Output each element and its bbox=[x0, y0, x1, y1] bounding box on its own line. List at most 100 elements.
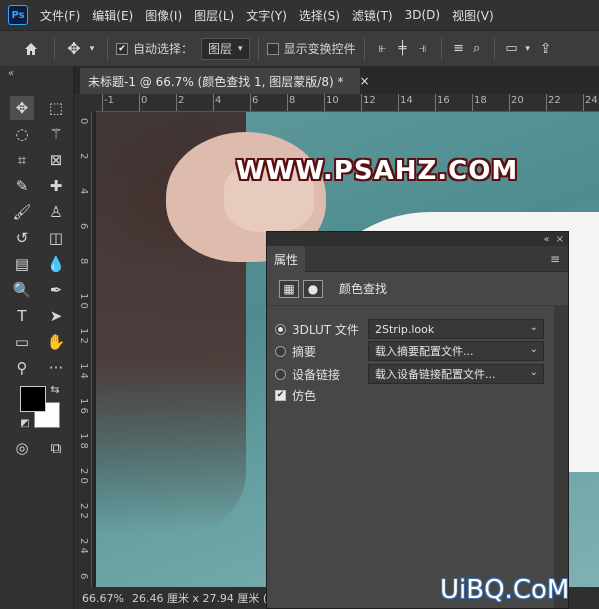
pen-tool-icon[interactable]: ✒ bbox=[44, 278, 68, 302]
lut-file-radio[interactable] bbox=[275, 323, 286, 335]
divider bbox=[363, 37, 365, 60]
dither-checkbox[interactable]: ✔ bbox=[275, 389, 286, 401]
divider bbox=[440, 37, 442, 60]
path-selection-tool-icon[interactable]: ➤ bbox=[44, 304, 68, 328]
ruler-tick bbox=[546, 94, 547, 111]
ruler-label: 2 bbox=[78, 153, 89, 160]
layer-mask-icon[interactable]: ● bbox=[303, 279, 323, 298]
divider bbox=[54, 37, 55, 60]
ruler-label: 24 bbox=[585, 95, 598, 106]
dodge-tool-icon[interactable]: 🔍 bbox=[10, 278, 34, 302]
align-right-icon[interactable]: ⫣ bbox=[413, 41, 433, 56]
ruler-label: 1 8 bbox=[78, 433, 89, 449]
auto-select-checkbox[interactable]: ✔ bbox=[116, 42, 128, 55]
ruler-label: 8 bbox=[78, 258, 89, 265]
home-icon[interactable] bbox=[16, 41, 46, 57]
zoom-tool-icon[interactable]: ⚲ bbox=[10, 356, 34, 380]
ruler-tick bbox=[509, 94, 510, 111]
ruler-label: 12 bbox=[363, 95, 376, 106]
move-tool-icon[interactable]: ✥ bbox=[10, 96, 34, 120]
crop-tool-icon[interactable]: ⌗ bbox=[10, 148, 34, 172]
brush-tool-icon[interactable]: 🖌 bbox=[10, 200, 34, 224]
panel-scrollbar[interactable] bbox=[554, 306, 568, 608]
workspace-icon[interactable]: ▭ bbox=[503, 41, 521, 56]
stamp-tool-icon[interactable]: ♙ bbox=[44, 200, 68, 224]
ruler-tick bbox=[398, 94, 399, 111]
blur-tool-icon[interactable]: 💧 bbox=[44, 252, 68, 276]
align-left-icon[interactable]: ⫦ bbox=[373, 41, 393, 56]
quick-mask-icon[interactable]: ◎ bbox=[10, 436, 34, 460]
ruler-label: 0 bbox=[78, 118, 89, 125]
magic-wand-tool-icon[interactable]: ⚚ bbox=[44, 122, 68, 146]
chevron-down-icon[interactable]: ▾ bbox=[85, 44, 99, 54]
eraser-tool-icon[interactable]: ◫ bbox=[44, 226, 68, 250]
distribute-icon[interactable]: ≡ bbox=[450, 41, 468, 56]
hand-tool-icon[interactable]: ✋ bbox=[44, 330, 68, 354]
collapse-icon[interactable]: « bbox=[8, 68, 14, 79]
watermark-text: WWW.PSAHZ.COM bbox=[236, 156, 519, 186]
device-link-option[interactable]: 设备链接 bbox=[275, 363, 340, 385]
dither-option[interactable]: ✔ 仿色 bbox=[275, 384, 316, 406]
menu-select[interactable]: 选择(S) bbox=[299, 7, 340, 24]
lasso-tool-icon[interactable]: ◌ bbox=[10, 122, 34, 146]
rectangle-tool-icon[interactable]: ▭ bbox=[10, 330, 34, 354]
chevron-down-icon[interactable]: ▾ bbox=[521, 44, 535, 54]
ruler-label: 8 bbox=[289, 95, 296, 106]
menu-view[interactable]: 视图(V) bbox=[452, 7, 494, 24]
zoom-level[interactable]: 66.67% bbox=[82, 592, 124, 605]
document-tab[interactable]: 未标题-1 @ 66.7% (颜色查找 1, 图层蒙版/8) * × bbox=[80, 68, 370, 94]
frame-tool-icon[interactable]: ⊠ bbox=[44, 148, 68, 172]
menu-filter[interactable]: 滤镜(T) bbox=[352, 7, 393, 24]
abstract-label: 摘要 bbox=[292, 344, 317, 359]
properties-panel: « × 属性 ≡ ▦ ● 颜色查找 3DLUT 文件 2Strip.look ⌄… bbox=[266, 231, 569, 609]
ruler-tick bbox=[324, 94, 325, 111]
type-tool-icon[interactable]: T bbox=[10, 304, 34, 328]
document-tab-bar: 未标题-1 @ 66.7% (颜色查找 1, 图层蒙版/8) * × bbox=[74, 66, 599, 94]
close-icon[interactable]: × bbox=[556, 234, 564, 245]
align-center-icon[interactable]: ╪ bbox=[393, 41, 413, 56]
show-transform-checkbox[interactable] bbox=[266, 42, 279, 55]
ruler-label: 20 bbox=[511, 95, 524, 106]
device-link-radio[interactable] bbox=[275, 368, 286, 380]
swap-colors-icon[interactable]: ⇆ bbox=[48, 382, 62, 396]
tab-properties[interactable]: 属性 bbox=[267, 246, 305, 272]
abstract-radio[interactable] bbox=[275, 345, 286, 357]
eyedropper-tool-icon[interactable]: ✎ bbox=[10, 174, 34, 198]
document-tab-title: 未标题-1 @ 66.7% (颜色查找 1, 图层蒙版/8) * bbox=[88, 74, 344, 89]
share-icon[interactable]: ⇪ bbox=[535, 41, 557, 57]
lut-file-option[interactable]: 3DLUT 文件 bbox=[275, 318, 359, 340]
healing-brush-tool-icon[interactable]: ✚ bbox=[44, 174, 68, 198]
horizontal-ruler: -1 0 2 4 6 8 10 12 14 16 18 20 22 24 bbox=[96, 94, 599, 112]
close-icon[interactable]: × bbox=[359, 74, 369, 88]
history-brush-tool-icon[interactable]: ↺ bbox=[10, 226, 34, 250]
ruler-label: 22 bbox=[548, 95, 561, 106]
menu-file[interactable]: 文件(F) bbox=[40, 7, 80, 24]
menu-edit[interactable]: 编辑(E) bbox=[92, 7, 133, 24]
ruler-tick bbox=[583, 94, 584, 111]
chevron-down-icon: ⌄ bbox=[529, 344, 538, 355]
menu-layer[interactable]: 图层(L) bbox=[194, 7, 234, 24]
ruler-tick bbox=[139, 94, 140, 111]
collapse-icon[interactable]: « bbox=[543, 234, 549, 245]
foreground-color-swatch[interactable] bbox=[20, 386, 46, 412]
search-icon[interactable]: ⌕ bbox=[468, 41, 486, 56]
auto-select-target-dropdown[interactable]: 图层 ▾ bbox=[201, 37, 250, 60]
lut-file-label: 3DLUT 文件 bbox=[292, 322, 359, 337]
abstract-option[interactable]: 摘要 bbox=[275, 340, 316, 362]
more-tools-icon[interactable]: ··· bbox=[44, 356, 68, 380]
menu-image[interactable]: 图像(I) bbox=[145, 7, 182, 24]
document-size: 26.46 厘米 x 27.94 厘米 (7 bbox=[131, 592, 275, 605]
device-link-dropdown[interactable]: 载入设备链接配置文件... ⌄ bbox=[368, 364, 544, 384]
abstract-dropdown[interactable]: 载入摘要配置文件... ⌄ bbox=[368, 341, 544, 361]
divider bbox=[493, 37, 495, 60]
gradient-tool-icon[interactable]: ▤ bbox=[10, 252, 34, 276]
menu-type[interactable]: 文字(Y) bbox=[246, 7, 287, 24]
lut-file-dropdown[interactable]: 2Strip.look ⌄ bbox=[368, 319, 544, 339]
marquee-tool-icon[interactable]: ⬚ bbox=[44, 96, 68, 120]
move-tool-icon[interactable]: ✥ bbox=[63, 39, 85, 58]
panel-menu-icon[interactable]: ≡ bbox=[550, 252, 560, 266]
default-colors-icon[interactable]: ◩ bbox=[18, 416, 32, 430]
menu-3d[interactable]: 3D(D) bbox=[405, 8, 440, 22]
ruler-label: 2 2 bbox=[78, 503, 89, 519]
screen-mode-icon[interactable]: ⧉ bbox=[44, 436, 68, 460]
